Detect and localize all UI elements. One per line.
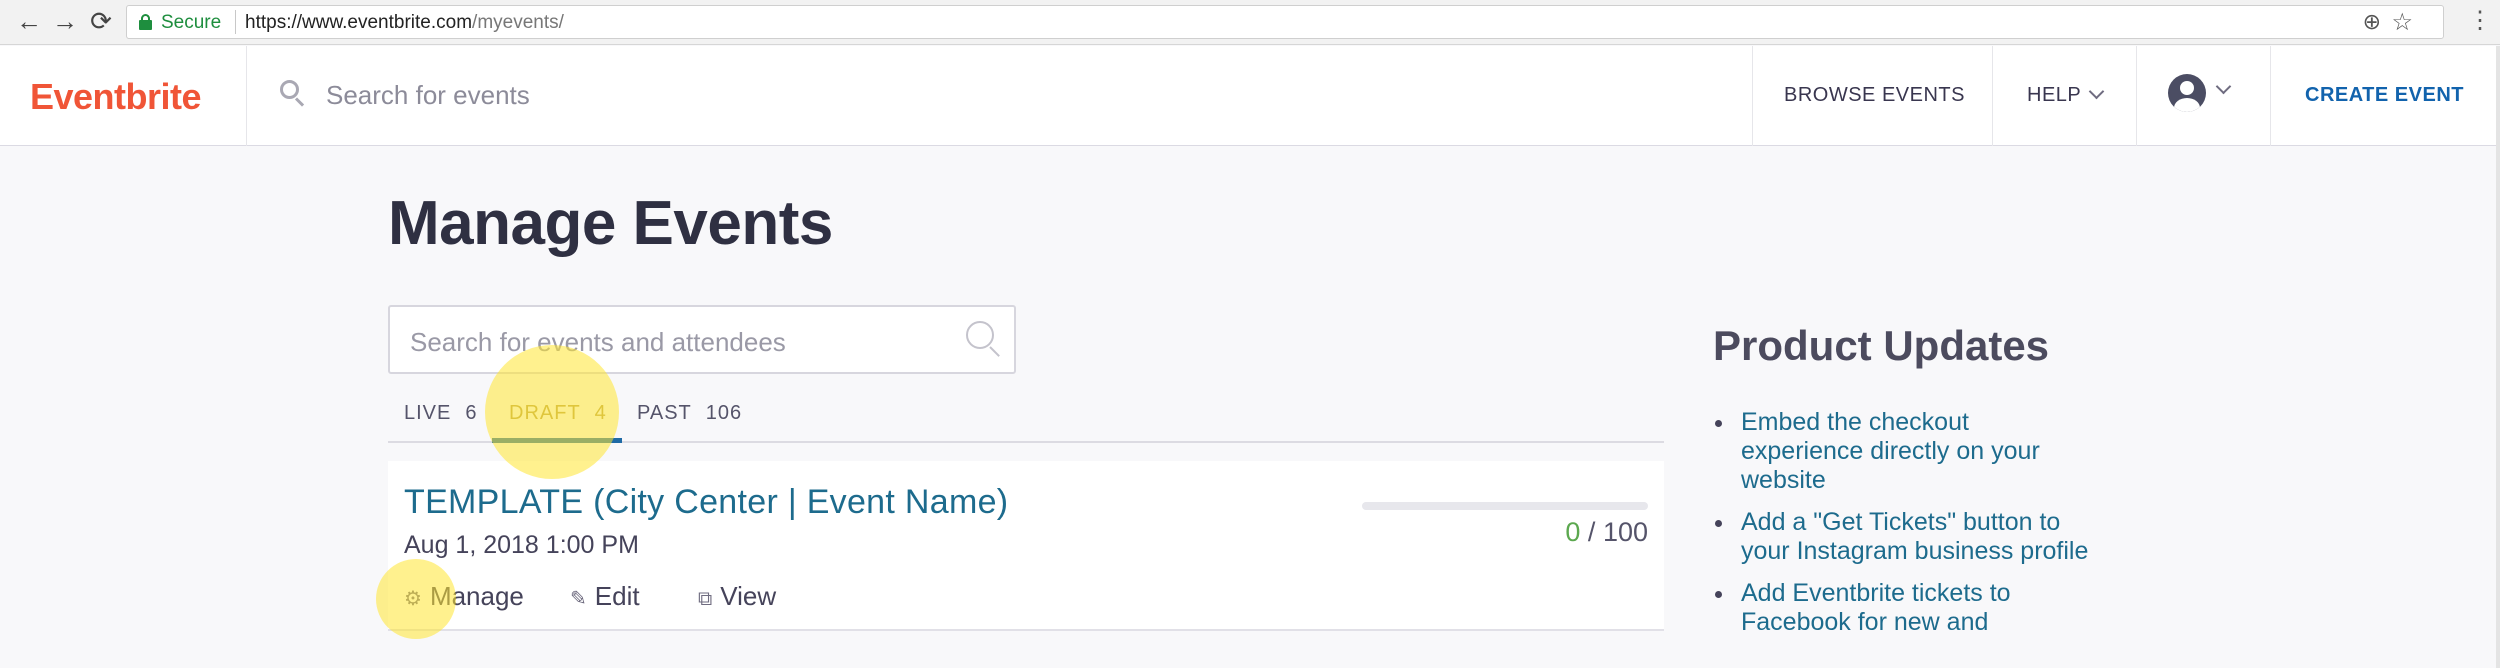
scrollbar-track[interactable] [2496, 46, 2500, 668]
header-divider [1992, 46, 1993, 146]
user-avatar-icon[interactable] [2168, 74, 2206, 112]
header-divider [2136, 46, 2137, 146]
gear-icon: ⚙ [404, 588, 422, 610]
chevron-down-icon [2088, 83, 2105, 100]
product-update-link[interactable]: Embed the checkout experience directly o… [1713, 408, 2093, 495]
event-search-input[interactable]: Search for events and attendees [388, 305, 1016, 374]
header-divider [1752, 46, 1753, 146]
search-icon[interactable] [966, 321, 1004, 359]
tab-live[interactable]: LIVE 6 [404, 402, 477, 425]
event-title-link[interactable]: TEMPLATE (City Center | Event Name) [404, 483, 1008, 522]
event-card: TEMPLATE (City Center | Event Name) Aug … [388, 461, 1664, 631]
sales-progress-bar [1362, 502, 1648, 510]
url-text: https://www.eventbrite.com/myevents/ [245, 12, 564, 33]
help-label: HELP [2027, 84, 2082, 106]
site-header: Eventbrite Search for events BROWSE EVEN… [0, 46, 2500, 146]
address-bar[interactable]: Secure https://www.eventbrite.com/myeven… [126, 5, 2444, 39]
page-title: Manage Events [388, 189, 833, 258]
active-tab-indicator [492, 438, 622, 443]
edit-link[interactable]: ✎ Edit [570, 581, 640, 612]
header-search-input[interactable]: Search for events [326, 80, 530, 111]
product-update-link[interactable]: Add a "Get Tickets" button to your Insta… [1713, 508, 2093, 566]
product-update-link[interactable]: Add Eventbrite tickets to Facebook for n… [1713, 579, 2093, 637]
zoom-icon[interactable]: ⊕ [2363, 9, 2381, 35]
view-link[interactable]: ⧉ View [698, 581, 776, 612]
event-search-placeholder: Search for events and attendees [410, 327, 786, 357]
chevron-down-icon[interactable] [2215, 78, 2232, 102]
back-arrow-icon[interactable]: ← [14, 6, 44, 37]
address-separator [235, 10, 236, 34]
header-divider [246, 46, 247, 146]
eventbrite-logo[interactable]: Eventbrite [30, 76, 202, 118]
browse-events-link[interactable]: BROWSE EVENTS [1784, 84, 1965, 107]
header-divider [2270, 46, 2271, 146]
secure-label: Secure [161, 12, 222, 33]
event-date: Aug 1, 2018 1:00 PM [404, 531, 639, 559]
pencil-icon: ✎ [570, 588, 587, 610]
product-updates-title: Product Updates [1713, 322, 2050, 369]
create-event-button[interactable]: CREATE EVENT [2305, 84, 2464, 107]
browser-toolbar: ← → ⟳ Secure https://www.eventbrite.com/… [0, 0, 2500, 45]
manage-link[interactable]: ⚙ Manage [404, 581, 524, 612]
bookmark-star-icon[interactable]: ☆ [2391, 8, 2413, 37]
product-updates-list: Embed the checkout experience directly o… [1713, 408, 2093, 650]
tickets-sold: 0 / 100 [1565, 517, 1648, 547]
search-icon [280, 80, 306, 107]
reload-icon[interactable]: ⟳ [86, 6, 116, 37]
kebab-menu-icon[interactable]: ⋮ [2468, 6, 2492, 35]
preview-icon: ⧉ [698, 588, 713, 610]
tab-draft[interactable]: DRAFT 4 [509, 402, 607, 425]
event-status-tabs: LIVE 6 DRAFT 4 PAST 106 [388, 398, 1664, 443]
lock-icon [139, 14, 152, 30]
help-menu[interactable]: HELP [2027, 83, 2105, 107]
tab-past[interactable]: PAST 106 [637, 402, 742, 425]
forward-arrow-icon[interactable]: → [50, 6, 80, 37]
